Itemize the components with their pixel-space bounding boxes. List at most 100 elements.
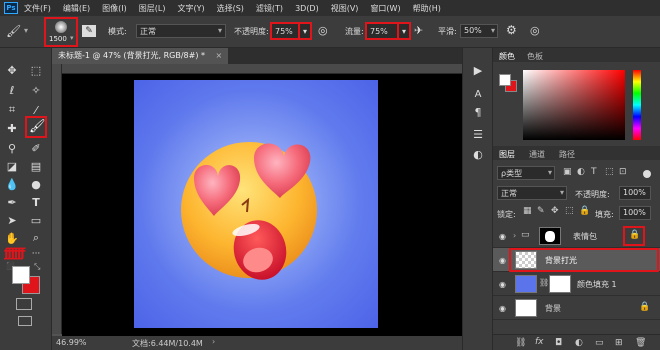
layer-filter-select[interactable]: ρ类型 ▾ <box>497 166 555 180</box>
lasso-tool-icon[interactable]: ℓ <box>4 82 20 98</box>
gradient-tool-icon[interactable]: ▤ <box>28 158 44 174</box>
eye-icon[interactable]: ◉ <box>499 232 506 241</box>
document-tab[interactable]: 未标题-1 @ 47% (背景打光, RGB/8#) * × <box>52 48 229 64</box>
menu-select[interactable]: 选择(S) <box>217 3 244 14</box>
chevron-down-icon[interactable]: ▾ <box>24 26 28 35</box>
filter-smart-object-icon[interactable]: ⊡ <box>619 167 627 177</box>
hand-tool-icon[interactable]: ✋ <box>4 230 20 246</box>
layer-name[interactable]: 背景 <box>545 303 561 314</box>
layer-style-icon[interactable]: fx <box>535 337 544 347</box>
close-icon[interactable]: × <box>216 51 223 60</box>
filter-type-icon[interactable]: T <box>591 167 597 177</box>
layer-row[interactable]: ◉ › ▭ 表情包 🔒 <box>493 224 660 248</box>
menu-edit[interactable]: 编辑(E) <box>63 3 90 14</box>
smooth-field[interactable]: 50% ▾ <box>460 24 498 38</box>
pen-tool-icon[interactable]: ✒ <box>4 194 20 210</box>
filter-toggle[interactable] <box>643 170 651 178</box>
layer-thumbnail[interactable] <box>515 275 537 293</box>
layer-row[interactable]: ◉ ⛓ 颜色填充 1 <box>493 272 660 296</box>
gear-icon[interactable]: ⚙ <box>506 23 517 37</box>
opacity-dropdown[interactable]: ▾ <box>298 22 312 40</box>
chevron-right-icon[interactable]: › <box>513 231 516 240</box>
menu-view[interactable]: 视图(V) <box>331 3 359 14</box>
document-canvas[interactable] <box>134 80 378 328</box>
eye-icon[interactable]: ◉ <box>499 304 506 313</box>
properties-panel-icon[interactable]: ☰ <box>470 126 486 142</box>
tab-paths[interactable]: 路径 <box>559 149 575 160</box>
move-tool-icon[interactable]: ✥ <box>4 62 20 78</box>
color-picker-field[interactable] <box>523 70 625 140</box>
chevron-right-icon[interactable]: › <box>212 337 215 346</box>
screen-mode-icon[interactable] <box>18 316 32 326</box>
type-tool-icon[interactable]: T <box>28 194 44 210</box>
lock-transparency-icon[interactable]: ▦ <box>523 206 532 216</box>
link-layers-icon[interactable]: ⛓ <box>515 338 526 348</box>
tab-layers[interactable]: 图层 <box>499 149 515 160</box>
foreground-color-swatch[interactable] <box>12 266 30 284</box>
zoom-level[interactable]: 46.99% <box>56 338 87 347</box>
history-brush-tool-icon[interactable]: ✐ <box>28 140 44 156</box>
pressure-size-icon[interactable]: ◎ <box>530 24 540 37</box>
layer-name[interactable]: 背景打光 <box>545 255 577 266</box>
fill-field[interactable]: 100% <box>619 206 651 220</box>
brush-tool-button[interactable]: 🖌 <box>25 116 47 138</box>
layer-mask-thumbnail[interactable] <box>539 227 561 245</box>
adjustment-layer-icon[interactable]: ◐ <box>575 338 583 348</box>
menu-help[interactable]: 帮助(H) <box>413 3 441 14</box>
layer-lock-badge[interactable]: 🔒 <box>623 226 645 246</box>
layer-mask-thumbnail[interactable] <box>549 275 571 293</box>
layer-row[interactable]: ◉ 背景 🔒 <box>493 296 660 320</box>
history-panel-icon[interactable]: ▶ <box>470 62 486 78</box>
path-select-tool-icon[interactable]: ➤ <box>4 212 20 228</box>
adjustments-panel-icon[interactable]: ◐ <box>470 146 486 162</box>
zoom-tool-icon[interactable]: ⌕ <box>28 230 44 246</box>
menu-layer[interactable]: 图层(L) <box>139 3 166 14</box>
new-group-icon[interactable]: ▭ <box>595 338 604 348</box>
lock-artboard-icon[interactable]: ⬚ <box>565 206 574 216</box>
eye-icon[interactable]: ◉ <box>499 280 506 289</box>
lock-position-icon[interactable]: ✥ <box>551 206 559 216</box>
eraser-tool-icon[interactable]: ◪ <box>4 158 20 174</box>
brush-tool-icon[interactable]: 🖌 <box>6 24 21 38</box>
layer-row-selected[interactable]: ◉ 背景打光 <box>493 248 660 272</box>
eye-icon[interactable]: ◉ <box>499 256 506 265</box>
brush-preset-picker[interactable]: 1500 ▾ <box>44 17 78 47</box>
swap-colors-icon[interactable]: ⤡ <box>34 262 40 272</box>
add-mask-icon[interactable]: ◘ <box>555 338 562 348</box>
hue-slider[interactable] <box>633 70 641 140</box>
layer-thumbnail[interactable] <box>515 251 537 269</box>
filter-adjustment-icon[interactable]: ◐ <box>577 167 585 177</box>
layer-name[interactable]: 表情包 <box>573 231 597 242</box>
tab-channels[interactable]: 通道 <box>529 149 545 160</box>
quick-mask-icon[interactable] <box>16 298 32 310</box>
mode-select[interactable]: 正常 ▾ <box>136 24 226 38</box>
flow-dropdown[interactable]: ▾ <box>397 22 411 40</box>
filter-pixel-icon[interactable]: ▣ <box>563 167 572 177</box>
menu-file[interactable]: 文件(F) <box>24 3 51 14</box>
marquee-tool-icon[interactable]: ⬚ <box>28 62 44 78</box>
clone-stamp-tool-icon[interactable]: ⚲ <box>4 140 20 156</box>
menu-type[interactable]: 文字(Y) <box>177 3 204 14</box>
blend-mode-select[interactable]: 正常 ▾ <box>497 186 567 200</box>
quick-select-tool-icon[interactable]: ✧ <box>28 82 44 98</box>
link-icon[interactable]: ⛓ <box>539 278 549 287</box>
menu-image[interactable]: 图像(I) <box>102 3 127 14</box>
foreground-color-swatch[interactable] <box>499 74 511 86</box>
layer-thumbnail[interactable] <box>515 299 537 317</box>
lock-all-icon[interactable]: 🔒 <box>579 206 590 216</box>
menu-filter[interactable]: 滤镜(T) <box>256 3 283 14</box>
airbrush-icon[interactable]: ✈ <box>414 24 423 37</box>
lock-image-icon[interactable]: ✎ <box>537 206 545 216</box>
pressure-opacity-icon[interactable]: ◎ <box>318 24 328 37</box>
menu-window[interactable]: 窗口(W) <box>370 3 400 14</box>
filter-shape-icon[interactable]: ⬚ <box>605 167 614 177</box>
menu-3d[interactable]: 3D(D) <box>295 4 319 13</box>
brush-settings-icon[interactable]: ✎ <box>82 25 96 37</box>
new-layer-icon[interactable]: ⊞ <box>615 338 623 348</box>
layer-name[interactable]: 颜色填充 1 <box>577 279 617 290</box>
layer-opacity-field[interactable]: 100% <box>619 186 651 200</box>
dodge-tool-icon[interactable]: ● <box>28 176 44 192</box>
tab-color[interactable]: 颜色 <box>499 51 515 62</box>
healing-brush-tool-icon[interactable]: ✚ <box>4 120 20 136</box>
paragraph-panel-icon[interactable]: ¶ <box>470 104 486 120</box>
